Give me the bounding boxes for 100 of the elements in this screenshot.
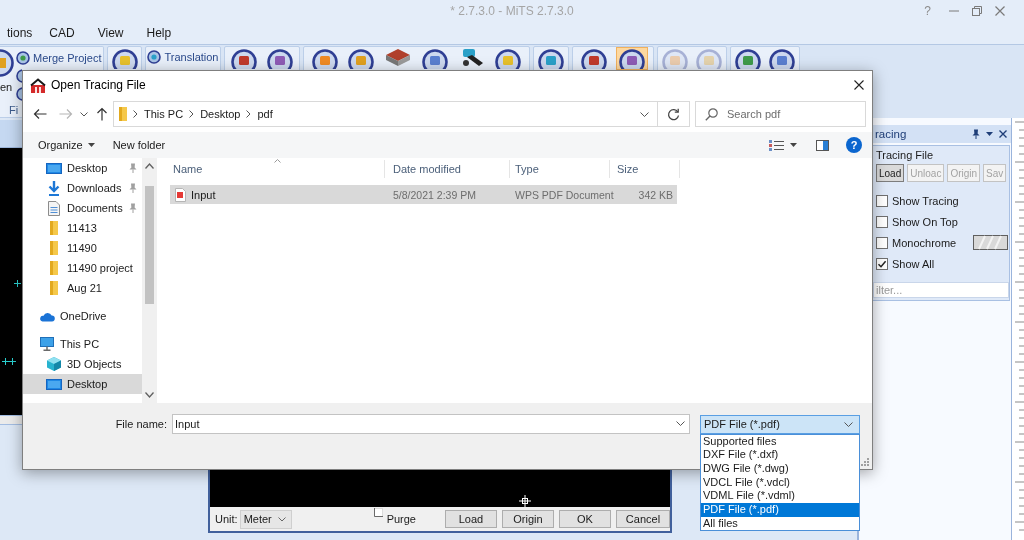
dropdown-option[interactable]: PDF File (*.pdf) <box>701 502 859 517</box>
back-arrow-icon[interactable] <box>33 108 47 120</box>
preview-pane-icon[interactable] <box>816 139 829 151</box>
sort-caret-icon <box>274 159 281 163</box>
menu-item[interactable]: CAD <box>49 26 75 40</box>
group-label: Tracing File <box>876 149 935 162</box>
nav-item[interactable]: 11413 <box>23 218 142 238</box>
pattern-swatch-icon[interactable] <box>973 235 1008 250</box>
address-bar[interactable]: This PC Desktop pdf <box>113 101 658 127</box>
column-header[interactable]: Type <box>510 160 610 178</box>
help-button[interactable]: ? <box>846 137 862 153</box>
round-tool-icon[interactable] <box>16 69 22 83</box>
nav-item[interactable]: Aug 21 <box>23 278 142 298</box>
monitor-icon <box>46 162 62 174</box>
round-tool-icon <box>0 48 14 78</box>
file-date: 5/8/2021 2:39 PM <box>392 188 477 201</box>
scroll-up-icon[interactable] <box>144 163 154 169</box>
new-folder-button[interactable]: New folder <box>112 139 166 151</box>
file-type-dropdown[interactable]: PDF File (*.pdf) <box>700 414 860 434</box>
scrollbar-thumb[interactable] <box>144 186 154 304</box>
dialog-button[interactable]: Load <box>445 510 497 528</box>
chevron-down-icon[interactable] <box>676 421 685 426</box>
search-field[interactable]: Search pdf <box>695 101 866 127</box>
breadcrumb-item[interactable]: pdf <box>257 108 273 120</box>
cube-icon <box>47 357 61 371</box>
nav-item[interactable]: Downloads <box>23 178 142 198</box>
dropdown-option[interactable]: VDCL File (*.vdcl) <box>701 475 859 490</box>
close-icon[interactable] <box>854 80 864 90</box>
nav-item[interactable]: Desktop <box>23 158 142 178</box>
round-tool-icon <box>694 48 723 69</box>
file-size: 342 KB <box>637 188 674 201</box>
nav-item[interactable]: This PC <box>23 334 142 354</box>
dialog-button[interactable]: Origin <box>502 510 554 528</box>
round-tool-icon <box>661 48 690 69</box>
breadcrumb-item[interactable]: This PC <box>144 108 184 120</box>
close-icon[interactable] <box>999 130 1007 138</box>
dropdown-option[interactable]: All files <box>701 516 859 531</box>
cross-marker-icon <box>14 280 21 287</box>
scroll-down-icon[interactable] <box>144 392 154 398</box>
caret-down-icon[interactable] <box>790 143 797 147</box>
column-header[interactable]: Date modified <box>385 160 510 178</box>
nav-item[interactable]: Documents <box>23 198 142 218</box>
field-label: File name: <box>115 418 167 430</box>
nav-item[interactable]: 3D Objects <box>23 354 142 374</box>
checkbox[interactable] <box>876 257 888 270</box>
dropdown-option[interactable]: DWG File (*.dwg) <box>701 461 859 476</box>
nav-item[interactable]: OneDrive <box>23 306 142 326</box>
checkbox-label[interactable]: Show All <box>892 257 935 270</box>
checkbox[interactable] <box>373 508 383 517</box>
column-header[interactable]: Size <box>610 160 680 178</box>
file-name: Input <box>191 188 216 201</box>
ribbon-button[interactable]: Translation <box>147 50 219 64</box>
nav-item[interactable]: 11490 project <box>23 258 142 278</box>
document-icon <box>48 200 60 216</box>
crosshair-icon <box>519 495 531 507</box>
chevron-right-icon <box>189 110 195 118</box>
filter-field[interactable]: ilter... <box>873 282 1009 298</box>
dialog-button[interactable]: OK <box>559 510 611 528</box>
folder-icon <box>50 261 58 275</box>
menu-item[interactable]: Help <box>146 26 172 40</box>
checkbox-label[interactable]: Show Tracing <box>892 194 959 207</box>
caret-down-icon[interactable] <box>986 132 993 136</box>
unit-dropdown[interactable]: Meter <box>239 509 292 529</box>
nav-item[interactable]: 11490 <box>23 238 142 258</box>
view-list-icon[interactable] <box>769 139 784 151</box>
checkbox[interactable] <box>876 215 888 228</box>
chevron-down-icon[interactable] <box>80 111 88 117</box>
checkbox-label[interactable]: Purge <box>386 513 416 525</box>
round-tool-icon[interactable] <box>16 87 22 101</box>
dropdown-option[interactable]: DXF File (*.dxf) <box>701 448 859 462</box>
up-arrow-icon[interactable] <box>96 107 108 121</box>
column-header[interactable]: Name <box>170 160 385 178</box>
file-row[interactable]: Input 5/8/2021 2:39 PM WPS PDF Document 342 KB <box>170 185 677 204</box>
checkbox-label[interactable]: Show On Top <box>892 215 958 228</box>
dropdown-option[interactable]: Supported files <box>701 434 859 449</box>
breadcrumb-item[interactable]: Desktop <box>200 108 241 120</box>
dialog-button[interactable]: Cancel <box>616 510 670 528</box>
checkbox[interactable] <box>876 236 888 249</box>
monitor-icon <box>46 378 62 390</box>
cloud-icon <box>39 310 55 322</box>
nav-item[interactable]: Desktop <box>23 374 142 394</box>
ribbon-button[interactable]: en <box>0 48 14 93</box>
checkbox-label[interactable]: Monochrome <box>892 236 957 249</box>
dropdown-option[interactable]: VDML File (*.vdml) <box>701 489 859 503</box>
ribbon-tool-button[interactable] <box>615 47 648 70</box>
organize-button[interactable]: Organize <box>38 139 95 151</box>
field-label: Unit: <box>215 513 238 525</box>
checkbox[interactable] <box>876 194 888 207</box>
ribbon-button[interactable]: Merge Project <box>16 51 102 65</box>
restore-icon[interactable] <box>972 6 982 16</box>
refresh-icon <box>667 107 680 121</box>
menu-item[interactable]: tions <box>7 26 33 40</box>
refresh-button[interactable] <box>658 101 690 127</box>
pin-icon[interactable] <box>972 129 980 139</box>
chevron-down-icon[interactable] <box>640 111 649 117</box>
menu-item[interactable]: View <box>97 26 124 40</box>
resize-grip-icon[interactable] <box>861 458 869 466</box>
folder-icon <box>50 281 58 295</box>
file-name-field[interactable]: Input <box>172 414 690 434</box>
panel-button[interactable]: Load <box>876 164 905 182</box>
